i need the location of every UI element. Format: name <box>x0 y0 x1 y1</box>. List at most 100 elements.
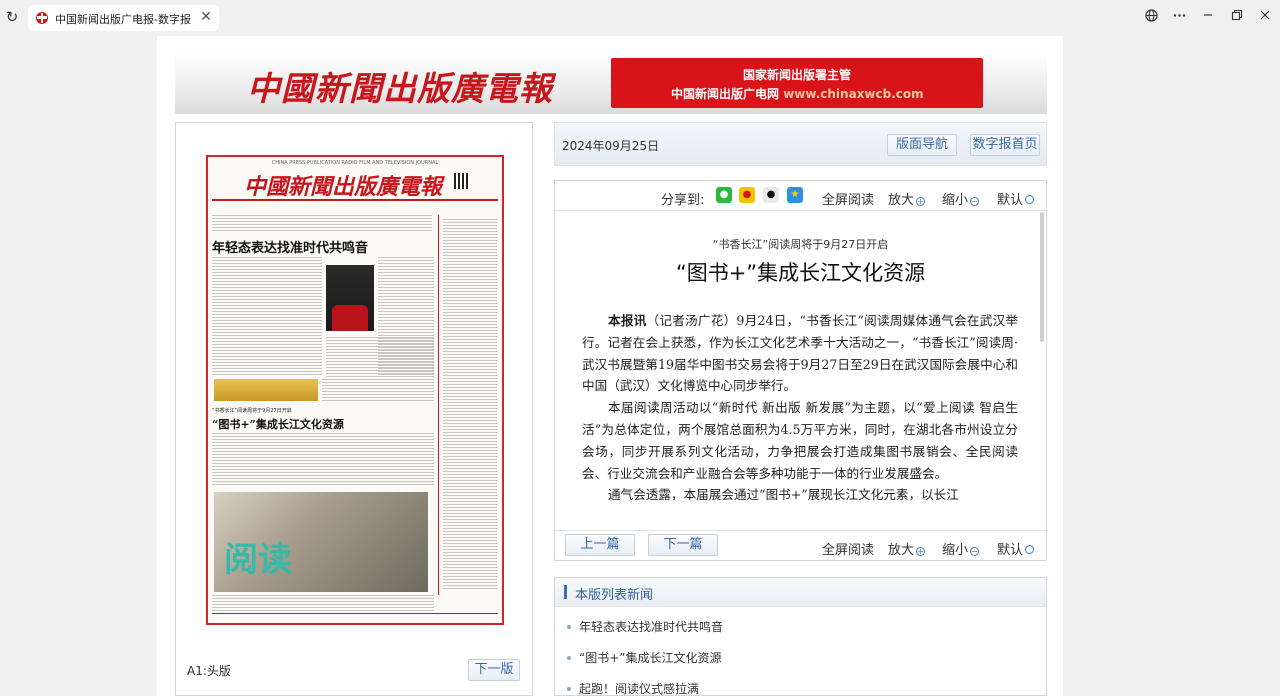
paper-text-block <box>212 215 432 233</box>
masthead: 中國新聞出版廣電報 国家新闻出版署主管 中国新闻出版广电网 www.chinax… <box>175 52 1047 114</box>
weibo-icon[interactable]: ● <box>739 187 755 203</box>
paper-text-block <box>443 219 497 589</box>
article-paragraph: 通气会透露，本届展会通过“图书+”展现长江文化元素，以长江 <box>608 487 959 503</box>
fullscreen-read-button[interactable]: 全屏阅读 <box>822 539 874 558</box>
list-header: 本版列表新闻 <box>555 578 1046 607</box>
zoom-in-button[interactable]: 放大 + <box>888 189 926 208</box>
paper-side-column <box>438 215 498 595</box>
list-item[interactable]: 起跑！阅读仪式感拉满 <box>567 680 699 696</box>
article-paragraph-text: （记者汤广花）9月24日，“书香长江”阅读周媒体通气会在武汉举行。记者在会上获悉… <box>582 313 1019 394</box>
article-title: “图书+”集成长江文化资源 <box>675 261 926 285</box>
next-page-button[interactable]: 下一版 <box>468 659 520 681</box>
next-article-button[interactable]: 下一篇 <box>648 534 718 556</box>
close-icon[interactable] <box>1256 9 1274 27</box>
article-toolbar: 分享到: ● ● ● ★ 全屏阅读 放大 + 缩小 − 默认 <box>555 181 1046 211</box>
list-item-label: 起跑！阅读仪式感拉满 <box>579 682 700 696</box>
banner-line1: 国家新闻出版署主管 <box>742 68 851 82</box>
qr-code-icon <box>454 173 470 189</box>
zoom-in-label: 放大 <box>888 193 915 208</box>
zoom-in-button[interactable]: 放大 + <box>888 539 926 558</box>
restore-icon[interactable] <box>1228 9 1246 27</box>
list-item-label: “图书+”集成长江文化资源 <box>579 651 722 665</box>
browser-tab[interactable]: 中国新闻出版广电报-数字报 ✕ <box>28 5 219 31</box>
paper-portrait-photo <box>326 265 374 331</box>
article-text: 本报讯（记者汤广花）9月24日，“书香长江”阅读周媒体通气会在武汉举行。记者在会… <box>582 310 1018 506</box>
paper-lead-headline[interactable]: 年轻态表达找准时代共鸣音 <box>212 237 368 256</box>
paper-footer-rule <box>212 613 498 614</box>
layout-nav-button[interactable]: 版面导航 <box>887 134 957 156</box>
newspaper-page-thumbnail[interactable]: CHINA PRESS PUBLICATION RADIO FILM AND T… <box>206 155 504 625</box>
banner-url: www.chinaxwcb.com <box>783 87 924 101</box>
article-scrollbar[interactable] <box>1040 212 1044 342</box>
plus-icon: + <box>916 547 926 556</box>
minimize-icon[interactable] <box>1199 9 1217 27</box>
default-label: 默认 <box>997 193 1024 208</box>
zoom-in-label: 放大 <box>888 543 915 558</box>
circle-icon <box>1025 545 1035 554</box>
page-preview-panel: CHINA PRESS PUBLICATION RADIO FILM AND T… <box>175 122 533 696</box>
prev-article-button[interactable]: 上一篇 <box>565 534 635 556</box>
minus-icon: − <box>970 197 980 206</box>
article-pretitle: “书香长江”阅读周将于9月27日开启 <box>712 238 889 251</box>
more-icon[interactable] <box>1170 9 1188 27</box>
paper-divider <box>212 199 498 201</box>
zoom-out-button[interactable]: 缩小 − <box>942 539 980 558</box>
zoom-out-label: 缩小 <box>942 543 969 558</box>
paper-second-headline[interactable]: “图书+”集成长江文化资源 <box>212 416 344 432</box>
page: 中國新聞出版廣電報 国家新闻出版署主管 中国新闻出版广电网 www.chinax… <box>157 36 1063 696</box>
page-news-list: 本版列表新闻 年轻态表达找准时代共鸣音 “图书+”集成长江文化资源 起跑！阅读仪… <box>554 577 1047 696</box>
paper-masthead: 中國新聞出版廣電報 <box>244 174 443 200</box>
publisher-banner[interactable]: 国家新闻出版署主管 中国新闻出版广电网 www.chinaxwcb.com <box>611 58 983 108</box>
paper-text-block <box>326 337 434 377</box>
browser-topbar: ↻ 中国新闻出版广电报-数字报 ✕ <box>0 0 1280 36</box>
banner-site-name: 中国新闻出版广电网 <box>671 87 780 101</box>
page-label: A1:头版 <box>187 664 231 678</box>
tab-close-icon[interactable]: ✕ <box>198 9 214 25</box>
minus-icon: − <box>970 547 980 556</box>
list-item[interactable]: “图书+”集成长江文化资源 <box>567 649 722 666</box>
article-bottom-bar: 上一篇 下一篇 全屏阅读 放大 + 缩小 − 默认 <box>555 530 1046 560</box>
site-logo[interactable]: 中國新聞出版廣電報 <box>247 62 553 110</box>
globe-icon[interactable] <box>1142 9 1160 27</box>
default-label: 默认 <box>997 543 1024 558</box>
article-paragraph: 本报讯（记者汤广花）9月24日，“书香长江”阅读周媒体通气会在武汉举行。记者在会… <box>582 310 1018 397</box>
bullet-icon <box>567 687 571 691</box>
article-panel: 分享到: ● ● ● ★ 全屏阅读 放大 + 缩小 − 默认 “书香长江”阅读周将于… <box>554 180 1047 561</box>
qzone-icon[interactable]: ★ <box>787 187 803 203</box>
plus-icon: + <box>916 197 926 206</box>
paper-reading-photo: 阅读 <box>214 492 428 592</box>
paper-text-block <box>212 433 434 487</box>
paper-second-subhead: “书香长江”阅读周将于9月27日开启 <box>212 408 292 414</box>
site-favicon-icon <box>36 12 48 24</box>
digital-home-button[interactable]: 数字报首页 <box>970 134 1040 156</box>
wechat-icon[interactable]: ● <box>716 187 732 203</box>
share-label: 分享到: <box>661 193 705 208</box>
bullet-icon <box>567 625 571 629</box>
paper-english-title: CHINA PRESS PUBLICATION RADIO FILM AND T… <box>271 160 439 166</box>
article-paragraph: 本届阅读周活动以“新时代 新出版 新发展”为主题，以“爱上阅读 智启生活”为总体… <box>582 400 1018 481</box>
date-nav-bar: 2024年09月25日 版面导航 数字报首页 <box>554 122 1047 166</box>
paper-text-block <box>212 595 434 611</box>
default-size-button[interactable]: 默认 <box>997 189 1035 208</box>
zoom-out-label: 缩小 <box>942 193 969 208</box>
issue-date: 2024年09月25日 <box>562 139 660 153</box>
list-item[interactable]: 年轻态表达找准时代共鸣音 <box>567 618 723 635</box>
paper-ad-banner <box>214 379 318 401</box>
fullscreen-read-button[interactable]: 全屏阅读 <box>822 189 874 208</box>
list-title: 本版列表新闻 <box>575 588 654 603</box>
zoom-out-button[interactable]: 缩小 − <box>942 189 980 208</box>
paper-text-block <box>212 257 322 375</box>
list-header-bar <box>564 585 567 599</box>
bullet-icon <box>567 656 571 660</box>
list-item-label: 年轻态表达找准时代共鸣音 <box>579 620 724 634</box>
circle-icon <box>1025 195 1035 204</box>
paper-text-block <box>322 379 434 403</box>
default-size-button[interactable]: 默认 <box>997 539 1035 558</box>
paper-photo-text: 阅读 <box>224 540 292 580</box>
qq-icon[interactable]: ● <box>763 187 779 203</box>
banner-line2: 中国新闻出版广电网 www.chinaxwcb.com <box>671 85 924 102</box>
article-body[interactable]: “书香长江”阅读周将于9月27日开启 “图书+”集成长江文化资源 本报讯（记者汤… <box>555 212 1046 530</box>
article-lead-tag: 本报讯 <box>608 313 647 328</box>
reload-icon[interactable]: ↻ <box>4 9 20 25</box>
tab-title: 中国新闻出版广电报-数字报 <box>55 13 191 26</box>
